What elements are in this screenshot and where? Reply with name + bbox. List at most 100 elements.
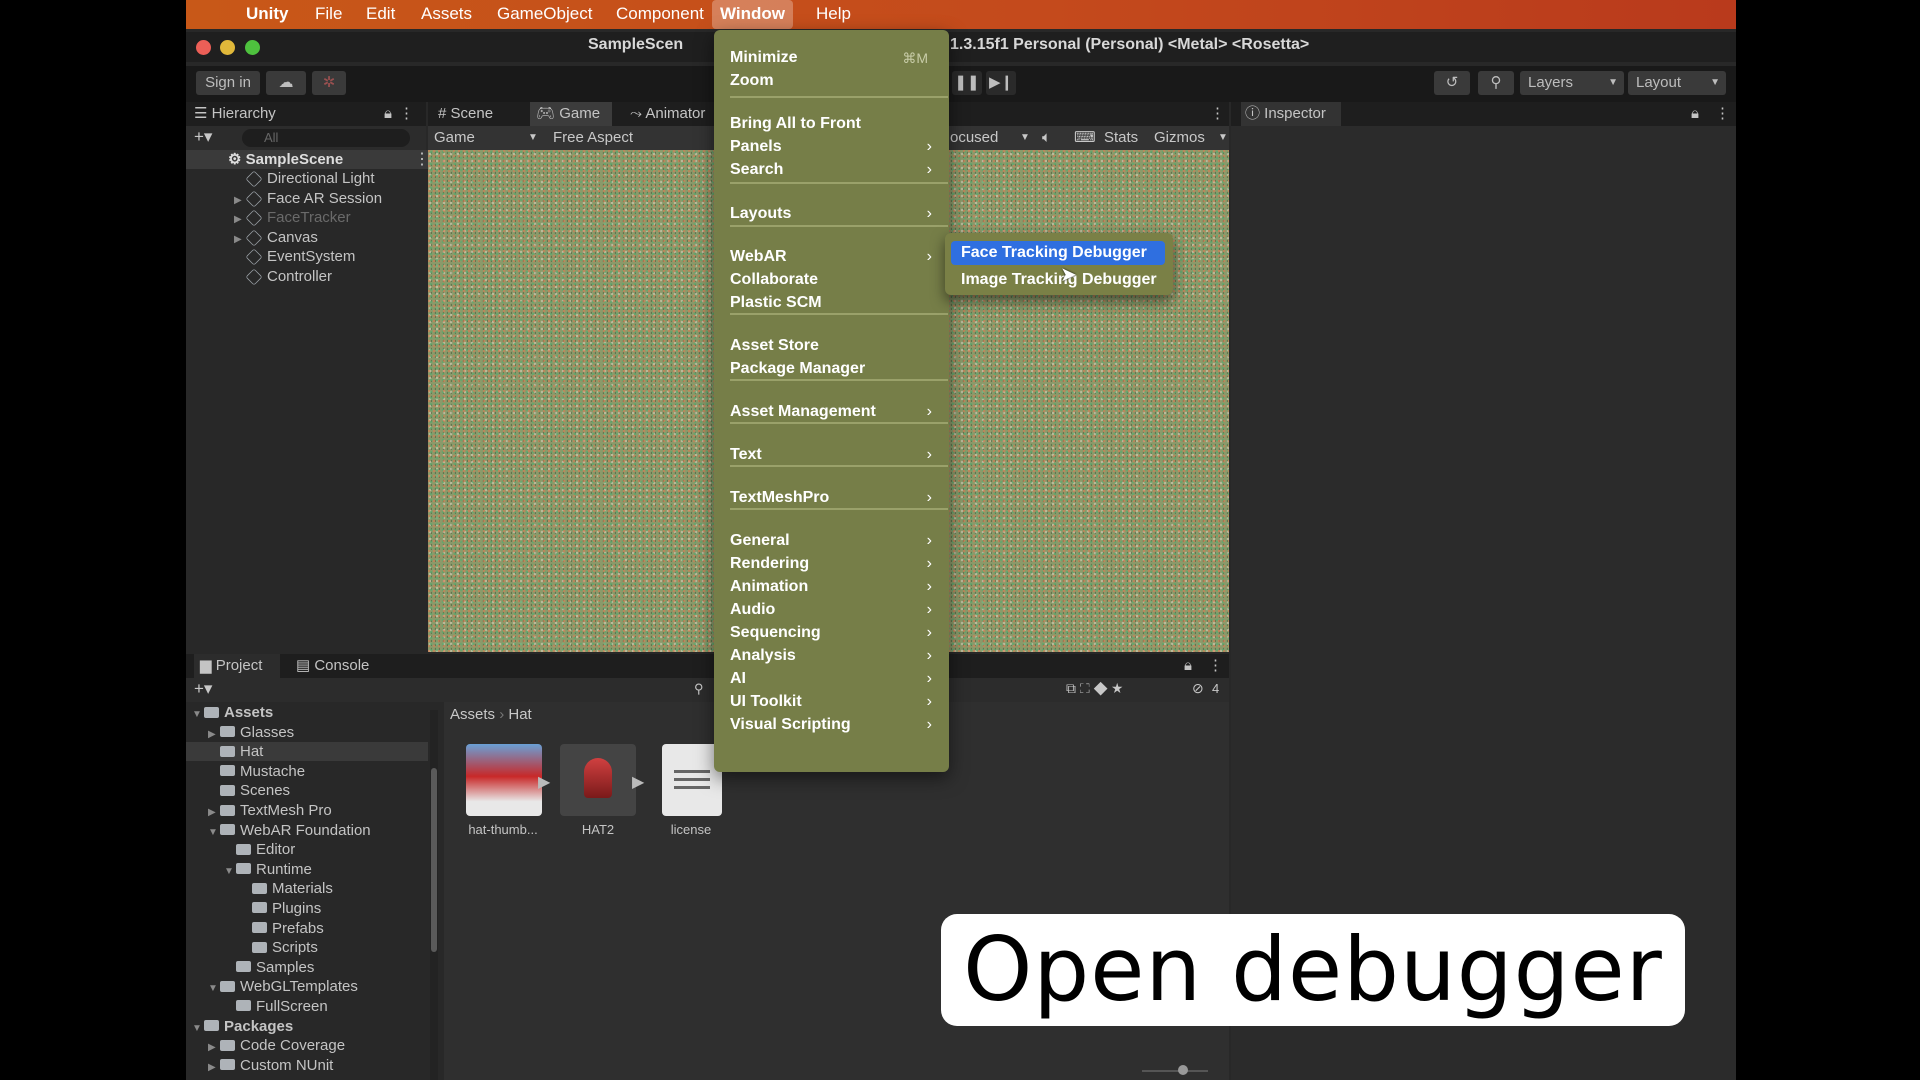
add-icon[interactable]: +▾ [194, 127, 212, 147]
search-icon[interactable]: ⚲ [694, 681, 704, 697]
history-icon[interactable]: ↺ [1434, 71, 1470, 95]
menu-item-sequencing[interactable]: Sequencing › [730, 621, 940, 645]
add-icon[interactable]: +▾ [194, 679, 212, 699]
pause-icon[interactable]: ❚❚ [952, 71, 982, 95]
menu-window[interactable]: Window [712, 0, 793, 29]
hierarchy-item[interactable]: Controller [234, 267, 382, 287]
zoom-slider[interactable] [1142, 1065, 1208, 1075]
menu-item-package-manager[interactable]: Package Manager [730, 357, 940, 381]
hierarchy-item[interactable]: ▶ Face AR Session [234, 189, 382, 209]
menu-item-minimize[interactable]: Minimize ⌘M [730, 46, 940, 70]
layers-dropdown[interactable]: Layers ▼ [1520, 71, 1624, 95]
breadcrumb-hat[interactable]: Hat [508, 706, 531, 723]
tab-animator[interactable]: ⤳ Animator [630, 102, 705, 126]
menu-item-webar[interactable]: WebAR › [730, 245, 940, 269]
cloud-icon[interactable]: ☁ [266, 71, 306, 95]
more-icon[interactable]: ⋮ [399, 102, 414, 126]
more-icon[interactable]: ⋮ [1210, 102, 1225, 126]
lock-icon[interactable]: 🔒︎ [1184, 654, 1192, 678]
menu-edit[interactable]: Edit [366, 0, 395, 29]
project-tree-item[interactable]: Samples [192, 958, 371, 978]
more-icon[interactable]: ⋮ [1208, 654, 1223, 678]
asset-hat2[interactable] [560, 744, 636, 816]
project-tree-item[interactable]: ▼ Packages [192, 1017, 371, 1037]
project-tree-item[interactable]: ▼ WebAR Foundation [192, 821, 371, 841]
menu-item-audio[interactable]: Audio › [730, 598, 940, 622]
visibility-icon[interactable]: ⊘ [1192, 680, 1204, 697]
project-tree-item[interactable]: ▶ Glasses [192, 723, 371, 743]
project-tree-item[interactable]: ▶ Custom NUnit [192, 1056, 371, 1076]
stats-button[interactable]: Stats [1104, 126, 1138, 150]
breadcrumb-assets[interactable]: Assets [450, 706, 495, 723]
hierarchy-item[interactable]: Directional Light [234, 169, 382, 189]
project-tree-item[interactable]: FullScreen [192, 997, 371, 1017]
menu-item-ai[interactable]: AI › [730, 667, 940, 691]
tab-project[interactable]: ▆ Project [194, 654, 280, 678]
more-icon[interactable]: ⋮ [1715, 102, 1730, 126]
hierarchy-item[interactable]: ▶ Canvas [234, 228, 382, 248]
speaker-icon[interactable]: 🔈︎ [1042, 126, 1051, 150]
menu-item-panels[interactable]: Panels › [730, 135, 940, 159]
project-tree-item[interactable]: ▼ Runtime [192, 860, 371, 880]
menu-item-general[interactable]: General › [730, 529, 940, 553]
minimize-window-button[interactable] [220, 40, 235, 55]
asset-license[interactable] [662, 744, 722, 816]
asset-hat-thumb[interactable] [466, 744, 542, 816]
chevron-right-icon[interactable]: ▶ [208, 1058, 220, 1078]
project-tree-item[interactable]: ▶ TextMesh Pro [192, 801, 371, 821]
lock-icon[interactable]: 🔒︎ [384, 102, 392, 126]
menu-help[interactable]: Help [816, 0, 851, 29]
menu-item-plastic-scm[interactable]: Plastic SCM [730, 291, 940, 315]
project-tree-item[interactable]: ▶ Code Coverage [192, 1036, 371, 1056]
menu-file[interactable]: File [315, 0, 342, 29]
menu-item-visual-scripting[interactable]: Visual Scripting › [730, 713, 940, 737]
menu-item-asset-store[interactable]: Asset Store [730, 334, 940, 358]
scene-row[interactable]: ⚙ SampleScene ⋮ [186, 150, 430, 169]
menu-gameobject[interactable]: GameObject [497, 0, 592, 29]
menu-item-bring-all-to-front[interactable]: Bring All to Front [730, 112, 940, 136]
project-tree-item[interactable]: Plugins [192, 899, 371, 919]
hierarchy-search-input[interactable]: All [242, 129, 410, 147]
tab-scene[interactable]: # Scene [438, 102, 493, 126]
gizmos-button[interactable]: Gizmos [1154, 126, 1205, 150]
menu-item-animation[interactable]: Animation › [730, 575, 940, 599]
layout-dropdown[interactable]: Layout ▼ [1628, 71, 1726, 95]
slider-handle[interactable] [1178, 1065, 1188, 1075]
menu-item-ui-toolkit[interactable]: UI Toolkit › [730, 690, 940, 714]
tab-inspector[interactable]: ⓘ Inspector [1241, 102, 1341, 126]
project-tree-item[interactable]: Scripts [192, 938, 371, 958]
project-tree-item[interactable]: Hat [192, 742, 371, 762]
menu-component[interactable]: Component [616, 0, 704, 29]
menu-item-collaborate[interactable]: Collaborate [730, 268, 940, 292]
menu-item-zoom[interactable]: Zoom [730, 69, 940, 93]
menu-item-asset-management[interactable]: Asset Management › [730, 400, 940, 424]
hierarchy-item[interactable]: ▶ FaceTracker [234, 208, 382, 228]
menu-item-text[interactable]: Text › [730, 443, 940, 467]
play-focused-dropdown[interactable]: ocused [950, 126, 998, 150]
collab-icon[interactable]: ✲ [312, 71, 346, 95]
tab-console[interactable]: ▤ Console [296, 654, 369, 678]
menu-item-layouts[interactable]: Layouts › [730, 202, 940, 226]
sign-in-button[interactable]: Sign in [196, 71, 260, 95]
close-window-button[interactable] [196, 40, 211, 55]
lock-icon[interactable]: 🔒︎ [1691, 102, 1699, 126]
step-icon[interactable]: ▶❙ [986, 71, 1016, 95]
hierarchy-tab[interactable]: Hierarchy [212, 105, 276, 122]
menu-app[interactable]: Unity [246, 0, 289, 29]
hierarchy-item[interactable]: EventSystem [234, 247, 382, 267]
project-tree-item[interactable]: Prefabs [192, 919, 371, 939]
tree-scrollbar[interactable] [430, 710, 438, 1080]
search-icon[interactable]: ⚲ [1478, 71, 1514, 95]
keyboard-icon[interactable]: ⌨ [1074, 126, 1096, 150]
project-tree-item[interactable]: Mustache [192, 762, 371, 782]
display-dropdown[interactable]: Game [434, 126, 475, 150]
project-tree-item[interactable]: ▼ WebGLTemplates [192, 977, 371, 997]
project-tree-item[interactable]: Materials [192, 879, 371, 899]
menu-item-textmeshpro[interactable]: TextMeshPro › [730, 486, 940, 510]
face-tracking-debugger-item[interactable]: Face Tracking Debugger [951, 241, 1165, 265]
project-tree-item[interactable]: Scenes [192, 781, 371, 801]
image-tracking-debugger-item[interactable]: Image Tracking Debugger [951, 268, 1165, 292]
scrollbar-thumb[interactable] [431, 768, 437, 952]
aspect-dropdown[interactable]: Free Aspect [553, 126, 633, 150]
menu-item-search[interactable]: Search › [730, 158, 940, 182]
